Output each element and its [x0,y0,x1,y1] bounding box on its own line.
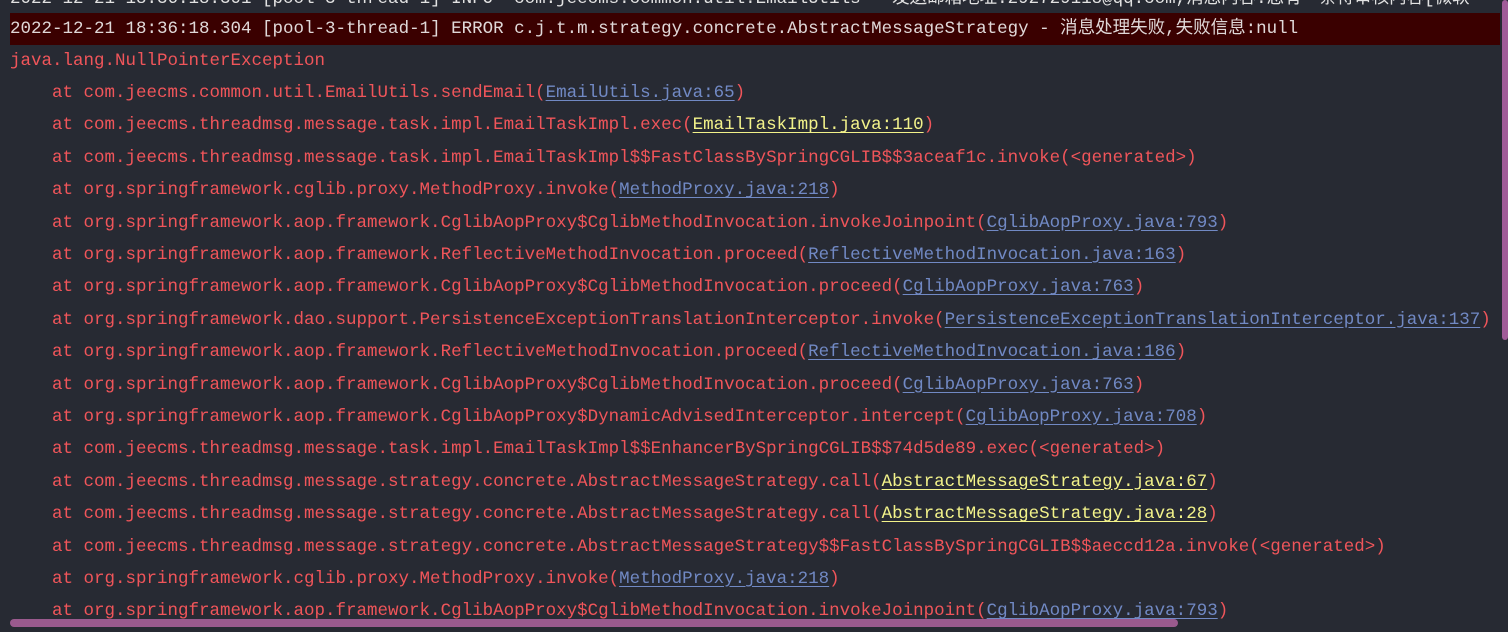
frame-method: at com.jeecms.threadmsg.message.task.imp… [52,115,693,136]
stack-frame: at org.springframework.aop.framework.Ref… [52,239,1186,271]
source-link[interactable]: PersistenceExceptionTranslationIntercept… [945,310,1481,330]
frame-close-paren: ) [923,115,935,136]
frame-method: at org.springframework.aop.framework.Cgl… [52,277,903,298]
vertical-scrollbar[interactable] [1502,0,1508,340]
frame-method: at com.jeecms.threadmsg.message.task.imp… [52,439,1166,460]
frame-method: at org.springframework.cglib.proxy.Metho… [52,569,620,589]
source-link[interactable]: CglibAopProxy.java:763 [903,375,1134,395]
frame-method: at com.jeecms.threadmsg.message.strategy… [52,536,1386,557]
frame-method: at org.springframework.cglib.proxy.Metho… [52,180,620,201]
source-link[interactable]: AbstractMessageStrategy.java:28 [882,504,1208,524]
frame-close-paren: ) [1217,601,1229,622]
log-line-error: 2022-12-21 18:36:18.304 [pool-3-thread-1… [10,19,1299,39]
stack-frame: at com.jeecms.threadmsg.message.task.imp… [52,142,1197,174]
frame-close-paren: ) [829,180,840,201]
stack-frame: at com.jeecms.threadmsg.message.task.imp… [52,433,1165,465]
source-link[interactable]: EmailUtils.java:65 [546,83,735,103]
source-link[interactable]: ReflectiveMethodInvocation.java:163 [808,245,1176,265]
stack-frame: at org.springframework.aop.framework.Cgl… [52,207,1228,239]
source-link[interactable]: ReflectiveMethodInvocation.java:186 [808,342,1176,362]
frame-method: at com.jeecms.threadmsg.message.task.imp… [52,147,1197,168]
frame-method: at org.springframework.dao.support.Persi… [52,309,945,330]
frame-method: at org.springframework.aop.framework.Ref… [52,342,809,363]
frame-method: at com.jeecms.threadmsg.message.strategy… [52,471,882,492]
stack-frame: at com.jeecms.threadmsg.message.strategy… [52,531,1386,563]
frame-close-paren: ) [1175,342,1187,363]
stack-frame: at com.jeecms.common.util.EmailUtils.sen… [52,77,745,109]
stack-frame: at org.springframework.aop.framework.Ref… [52,336,1186,368]
frame-close-paren: ) [734,83,746,103]
stack-frame: at org.springframework.aop.framework.Cgl… [52,271,1144,303]
frame-close-paren: ) [1207,504,1218,525]
frame-close-paren: ) [1480,309,1491,330]
frame-method: at org.springframework.aop.framework.Cgl… [52,212,987,233]
source-link[interactable]: CglibAopProxy.java:763 [903,277,1134,297]
frame-method: at org.springframework.aop.framework.Cgl… [52,374,903,395]
frame-close-paren: ) [829,569,840,589]
frame-close-paren: ) [1175,245,1187,265]
frame-method: at com.jeecms.threadmsg.message.strategy… [52,504,882,525]
stack-frame: at com.jeecms.threadmsg.message.strategy… [52,498,1218,530]
source-link[interactable]: CglibAopProxy.java:708 [966,407,1197,427]
frame-close-paren: ) [1133,374,1145,395]
source-link[interactable]: CglibAopProxy.java:793 [987,213,1218,233]
source-link[interactable]: AbstractMessageStrategy.java:67 [882,472,1208,492]
stack-frame: at org.springframework.cglib.proxy.Metho… [52,563,840,595]
stack-frame: at org.springframework.aop.framework.Cgl… [52,401,1207,433]
frame-close-paren: ) [1207,471,1218,492]
source-link[interactable]: MethodProxy.java:218 [619,180,829,200]
stack-frame: at org.springframework.aop.framework.Cgl… [52,369,1144,401]
stack-frame: at org.springframework.cglib.proxy.Metho… [52,174,840,206]
horizontal-scrollbar[interactable] [10,619,1178,627]
frame-method: at org.springframework.aop.framework.Ref… [52,245,809,265]
frame-method: at com.jeecms.common.util.EmailUtils.sen… [52,83,546,103]
stack-frame: at com.jeecms.threadmsg.message.task.imp… [52,109,934,141]
stack-frame: at com.jeecms.threadmsg.message.strategy… [52,466,1218,498]
stack-frame: at org.springframework.dao.support.Persi… [52,304,1491,336]
source-link[interactable]: MethodProxy.java:218 [619,569,829,589]
frame-close-paren: ) [1133,277,1145,298]
source-link[interactable]: EmailTaskImpl.java:110 [693,115,924,135]
frame-close-paren: ) [1196,407,1208,427]
exception-name: java.lang.NullPointerException [10,51,326,71]
frame-close-paren: ) [1217,212,1229,233]
frame-method: at org.springframework.aop.framework.Cgl… [52,407,966,427]
